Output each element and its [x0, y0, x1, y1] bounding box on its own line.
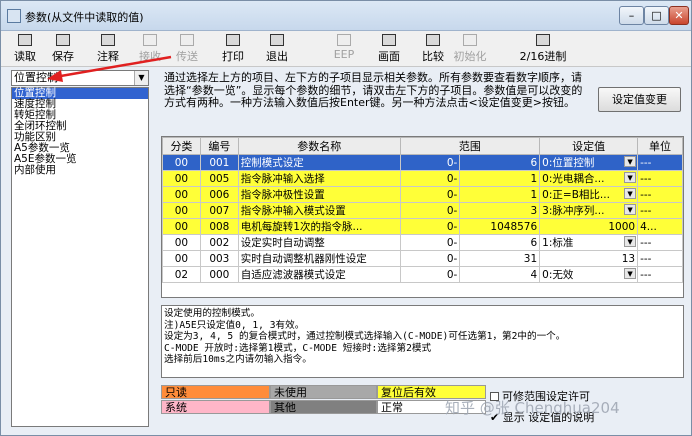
table-row[interactable]: 00 003 实时自动调整机器刚性设定 0- 31 13 --- — [162, 250, 683, 267]
print-icon — [226, 34, 240, 46]
table-row[interactable]: 00 005 指令脉冲输入选择 0- 1 0:光电耦合... ▼ --- — [162, 170, 683, 187]
title-bar: 参数(从文件中读取的值) – □ ✕ — [1, 1, 691, 31]
eep-icon — [337, 34, 351, 46]
header-category: 分类 — [162, 137, 201, 155]
header-unit: 单位 — [637, 137, 683, 155]
header-value: 设定值 — [539, 137, 639, 155]
receive-icon — [143, 34, 157, 46]
chevron-down-icon[interactable]: ▼ — [624, 172, 637, 183]
save-icon — [56, 34, 70, 46]
window-title: 参数(从文件中读取的值) — [25, 11, 144, 24]
value-select[interactable]: 0:正=B相比... ▼ — [539, 186, 639, 203]
value-select[interactable]: 0:位置控制 ▼ — [539, 154, 639, 171]
value-select[interactable]: 0:光电耦合... ▼ — [539, 170, 639, 187]
print-button[interactable]: 打印 — [219, 33, 247, 65]
table-row[interactable]: 00 001 控制模式设定 0- 6 0:位置控制 ▼ --- — [162, 154, 683, 171]
parameter-table: 分类 编号 参数名称 范围 设定值 单位 00 001 控制模式设定 0- 6 … — [161, 136, 684, 298]
initialize-icon — [463, 34, 477, 46]
chevron-down-icon[interactable]: ▼ — [624, 204, 637, 215]
read-icon — [18, 34, 32, 46]
minimize-button[interactable]: – — [619, 6, 644, 25]
comment-icon — [101, 34, 115, 46]
compare-button[interactable]: 比较 — [419, 33, 447, 65]
parameter-window: 参数(从文件中读取的值) – □ ✕ 读取 保存 注释 接收 传送 打印 退出 … — [0, 0, 692, 436]
chevron-down-icon[interactable]: ▼ — [624, 236, 637, 247]
send-icon — [180, 34, 194, 46]
value-field[interactable]: 13 — [539, 250, 639, 267]
chevron-down-icon[interactable]: ▼ — [624, 268, 637, 279]
maximize-button[interactable]: □ — [644, 6, 669, 25]
description-text: 通过选择左上方的项目、左下方的子项目显示相关参数。所有参数要查看数字顺序，请选择… — [164, 71, 583, 109]
legend-other: 其他 — [270, 400, 377, 414]
legend-system: 系统 — [161, 400, 270, 414]
close-button[interactable]: ✕ — [669, 6, 689, 25]
chevron-down-icon[interactable]: ▼ — [624, 188, 637, 199]
header-name: 参数名称 — [237, 137, 401, 155]
parameter-note: 设定使用的控制模式。 注)A5E只设定值0, 1, 3有效。 设定为3, 4, … — [161, 305, 684, 378]
list-item[interactable]: 内部使用 — [12, 165, 148, 176]
value-field[interactable]: 1000 — [539, 218, 639, 235]
eep-button[interactable]: EEP — [331, 33, 357, 65]
table-row[interactable]: 00 008 电机每旋转1次的指令脉... 0- 1048576 1000 4.… — [162, 218, 683, 235]
table-row[interactable]: 02 000 自适应滤波器模式设定 0- 4 0:无效 ▼ --- — [162, 266, 683, 283]
table-row[interactable]: 00 002 设定实时自动调整 0- 6 1:标准 ▼ --- — [162, 234, 683, 251]
table-row[interactable]: 00 006 指令脉冲极性设置 0- 1 0:正=B相比... ▼ --- — [162, 186, 683, 203]
exit-button[interactable]: 退出 — [263, 33, 291, 65]
set-value-change-button[interactable]: 设定值变更 — [598, 87, 681, 112]
exit-icon — [270, 34, 284, 46]
category-list: 位置控制 速度控制 转矩控制 全闭环控制 功能区别 A5参数一览 A5E参数一览… — [11, 87, 149, 427]
camera-icon — [382, 34, 396, 46]
app-icon — [7, 9, 21, 23]
read-button[interactable]: 读取 — [11, 33, 39, 65]
hex-icon — [536, 34, 550, 46]
value-select[interactable]: 0:无效 ▼ — [539, 266, 639, 283]
table-row[interactable]: 00 007 指令脉冲输入模式设置 0- 3 3:脉冲序列... ▼ --- — [162, 202, 683, 219]
value-select[interactable]: 1:标准 ▼ — [539, 234, 639, 251]
header-number: 编号 — [199, 137, 239, 155]
table-header: 分类 编号 参数名称 范围 设定值 单位 — [162, 137, 683, 155]
compare-icon — [426, 34, 440, 46]
hex-toggle-button[interactable]: 2/16进制 — [519, 33, 567, 65]
value-select[interactable]: 3:脉冲序列... ▼ — [539, 202, 639, 219]
watermark: 知乎 @张 Chenghua204 — [445, 399, 620, 417]
legend-readonly: 只读 — [161, 385, 270, 399]
screen-button[interactable]: 画面 — [375, 33, 403, 65]
legend-unused: 未使用 — [270, 385, 377, 399]
initialize-button[interactable]: 初始化 — [450, 33, 490, 65]
red-arrow-annotation — [47, 55, 172, 82]
chevron-down-icon[interactable]: ▼ — [624, 156, 637, 167]
header-range: 范围 — [399, 137, 541, 155]
